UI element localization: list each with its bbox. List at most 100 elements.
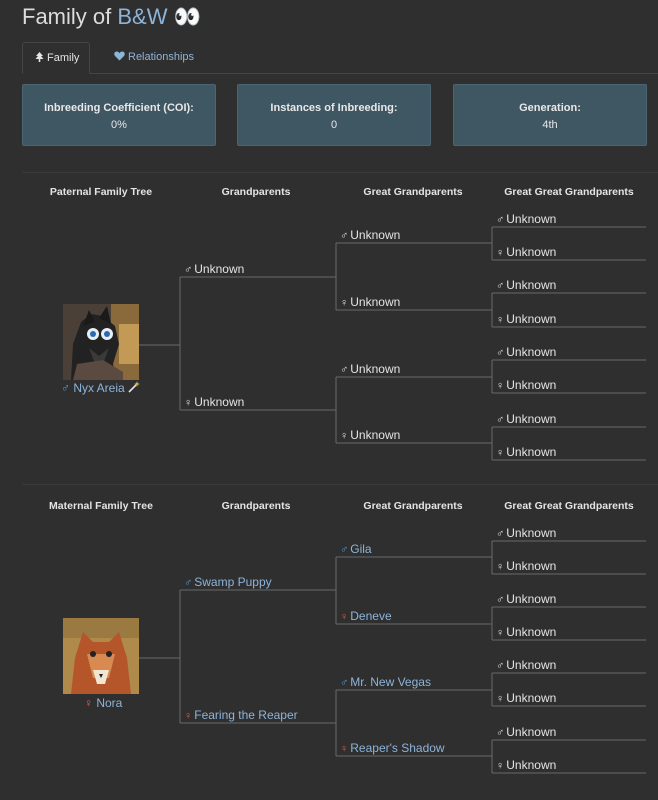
male-icon: ♂ — [61, 381, 70, 395]
male-icon: ♂ — [496, 528, 505, 540]
female-icon: ♀ — [184, 710, 193, 722]
unknown-ancestor: ♂ Unknown — [496, 725, 556, 740]
ancestor-name: Unknown — [506, 378, 557, 392]
unknown-ancestor: ♂ Unknown — [496, 345, 556, 360]
paternal-header: Paternal Family Tree — [49, 186, 153, 198]
unknown-ancestor: ♀ Unknown — [496, 625, 556, 640]
female-icon: ♀ — [84, 696, 93, 710]
ancestor-name: Unknown — [350, 428, 401, 442]
male-icon: ♂ — [340, 230, 349, 242]
ancestor-name: Deneve — [350, 609, 392, 623]
ancestor-name: Mr. New Vegas — [350, 675, 431, 689]
ancestor-name: Unknown — [506, 559, 557, 573]
male-icon: ♂ — [496, 280, 505, 292]
unknown-ancestor: ♂ Unknown — [496, 278, 556, 293]
ancestor-link[interactable]: ♀ Reaper's Shadow — [340, 741, 445, 756]
female-icon: ♀ — [496, 314, 505, 326]
ancestor-name: Unknown — [506, 526, 557, 540]
grandparents-header: Grandparents — [221, 186, 291, 198]
ancestor-name: Unknown — [506, 758, 557, 772]
ancestor-name: Unknown — [506, 592, 557, 606]
ancestor-name: Unknown — [506, 312, 557, 326]
female-icon: ♀ — [340, 743, 349, 755]
female-icon: ♀ — [340, 430, 349, 442]
ancestor-name: Unknown — [506, 278, 557, 292]
sire-portrait[interactable] — [63, 304, 139, 380]
female-icon: ♀ — [496, 247, 505, 259]
male-icon: ♂ — [496, 414, 505, 426]
ancestor-name: Swamp Puppy — [194, 575, 272, 589]
dam-name-link[interactable]: ♀ Nora — [84, 696, 122, 710]
ancestor-name: Unknown — [506, 691, 557, 705]
great-grandparents-header: Great Grandparents — [363, 500, 463, 512]
wand-icon — [128, 381, 141, 393]
ancestor-name: Unknown — [350, 362, 401, 376]
ancestor-link[interactable]: ♂ Swamp Puppy — [184, 575, 272, 590]
great-great-grandparents-header: Great Great Grandparents — [504, 186, 634, 198]
male-icon: ♂ — [340, 364, 349, 376]
sire-name-link[interactable]: ♂ Nyx Areia — [61, 381, 141, 395]
unknown-ancestor: ♀ Unknown — [340, 428, 400, 443]
dam-portrait[interactable] — [63, 618, 139, 694]
unknown-ancestor: ♀ Unknown — [340, 295, 400, 310]
female-icon: ♀ — [496, 627, 505, 639]
male-icon: ♂ — [496, 660, 505, 672]
unknown-ancestor: ♀ Unknown — [496, 245, 556, 260]
ancestor-link[interactable]: ♀ Deneve — [340, 609, 392, 624]
female-icon: ♀ — [340, 297, 349, 309]
ancestor-name: Unknown — [506, 725, 557, 739]
ancestor-name: Fearing the Reaper — [194, 708, 298, 722]
ancestor-name: Unknown — [506, 658, 557, 672]
male-icon: ♂ — [340, 544, 349, 556]
male-icon: ♂ — [340, 677, 349, 689]
ancestor-name: Unknown — [506, 345, 557, 359]
ancestor-name: Unknown — [194, 395, 245, 409]
female-icon: ♀ — [184, 397, 193, 409]
female-icon: ♀ — [496, 760, 505, 772]
unknown-ancestor: ♀ Unknown — [496, 691, 556, 706]
ancestor-name: Unknown — [506, 412, 557, 426]
maternal-header: Maternal Family Tree — [49, 500, 153, 512]
unknown-ancestor: ♀ Unknown — [496, 758, 556, 773]
ancestor-name: Unknown — [350, 295, 401, 309]
unknown-ancestor: ♂ Unknown — [184, 262, 244, 277]
ancestor-name: Unknown — [194, 262, 245, 276]
grandparents-header: Grandparents — [221, 500, 291, 512]
unknown-ancestor: ♀ Unknown — [496, 378, 556, 393]
unknown-ancestor: ♂ Unknown — [340, 362, 400, 377]
ancestor-name: Unknown — [506, 625, 557, 639]
unknown-ancestor: ♂ Unknown — [340, 228, 400, 243]
ancestor-name: Unknown — [506, 445, 557, 459]
ancestor-link[interactable]: ♂ Gila — [340, 542, 372, 557]
unknown-ancestor: ♂ Unknown — [496, 212, 556, 227]
unknown-ancestor: ♂ Unknown — [496, 412, 556, 427]
male-icon: ♂ — [496, 214, 505, 226]
female-icon: ♀ — [496, 380, 505, 392]
great-great-grandparents-header: Great Great Grandparents — [504, 500, 634, 512]
unknown-ancestor: ♂ Unknown — [496, 658, 556, 673]
ancestor-link[interactable]: ♂ Mr. New Vegas — [340, 675, 431, 690]
male-icon: ♂ — [496, 727, 505, 739]
male-icon: ♂ — [184, 264, 193, 276]
male-icon: ♂ — [496, 347, 505, 359]
unknown-ancestor: ♂ Unknown — [496, 592, 556, 607]
unknown-ancestor: ♀ Unknown — [496, 445, 556, 460]
dam-name: Nora — [96, 696, 123, 710]
female-icon: ♀ — [496, 561, 505, 573]
unknown-ancestor: ♀ Unknown — [496, 312, 556, 327]
ancestor-link[interactable]: ♀ Fearing the Reaper — [184, 708, 298, 723]
ancestor-name: Reaper's Shadow — [350, 741, 445, 755]
male-icon: ♂ — [184, 577, 193, 589]
ancestor-name: Unknown — [350, 228, 401, 242]
sire-name: Nyx Areia — [73, 381, 125, 395]
female-icon: ♀ — [496, 447, 505, 459]
female-icon: ♀ — [340, 611, 349, 623]
ancestor-name: Unknown — [506, 212, 557, 226]
unknown-ancestor: ♀ Unknown — [184, 395, 244, 410]
ancestor-name: Unknown — [506, 245, 557, 259]
unknown-ancestor: ♀ Unknown — [496, 559, 556, 574]
male-icon: ♂ — [496, 594, 505, 606]
female-icon: ♀ — [496, 693, 505, 705]
great-grandparents-header: Great Grandparents — [363, 186, 463, 198]
unknown-ancestor: ♂ Unknown — [496, 526, 556, 541]
